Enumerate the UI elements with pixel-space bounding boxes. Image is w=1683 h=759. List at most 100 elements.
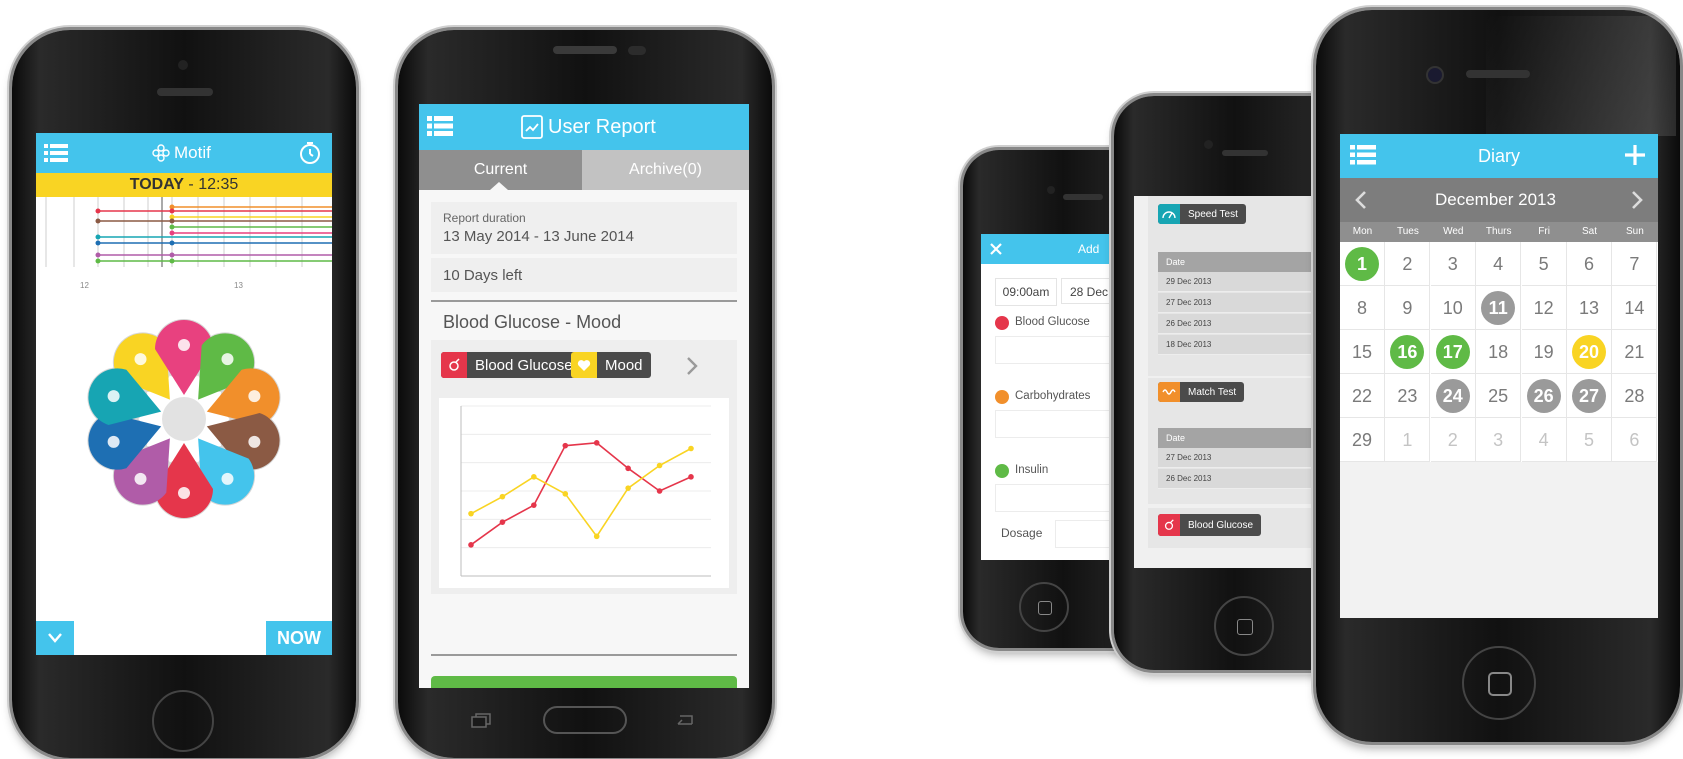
glucose-mood-chart (439, 398, 729, 588)
tag-mood[interactable]: Mood (571, 352, 651, 378)
menu-icon[interactable] (427, 114, 453, 138)
days-left-card: 10 Days left (431, 258, 737, 292)
now-button[interactable]: NOW (266, 621, 332, 655)
home-button[interactable] (1019, 582, 1069, 632)
calendar-day[interactable]: 5 (1567, 418, 1612, 462)
series-point (656, 462, 663, 469)
dosage-label: Dosage (1001, 526, 1043, 540)
next-month-chevron-icon[interactable] (1630, 190, 1644, 210)
calendar-day[interactable]: 22 (1340, 374, 1385, 418)
heart-icon (134, 353, 147, 366)
series-point (531, 474, 537, 480)
calendar-day[interactable]: 10 (1430, 286, 1476, 330)
weekday-label: Thurs (1485, 226, 1512, 237)
calendar-day[interactable]: 14 (1612, 286, 1658, 330)
chevron-right-icon[interactable] (685, 356, 699, 376)
calendar-day[interactable]: 1 (1340, 242, 1385, 286)
calendar-day[interactable]: 4 (1521, 418, 1567, 462)
front-camera (178, 60, 188, 70)
tab-archive-label: Archive(0) (629, 161, 702, 178)
calendar-day[interactable]: 2 (1385, 242, 1431, 286)
timeline-chart (45, 197, 332, 267)
phone-user-report: User Report Current Archive(0) Report du… (398, 30, 772, 758)
calendar-day[interactable]: 18 (1476, 330, 1522, 374)
prev-month-chevron-icon[interactable] (1354, 190, 1368, 210)
recent-apps-icon[interactable] (470, 712, 492, 728)
tag-blood-glucose[interactable]: Blood Glucose (441, 352, 581, 378)
calendar-day[interactable]: 19 (1521, 330, 1567, 374)
calendar-day[interactable]: 17 (1430, 330, 1476, 374)
calendar-day[interactable]: 9 (1385, 286, 1431, 330)
calendar-day[interactable]: 20 (1567, 330, 1612, 374)
add-title: Add (1078, 242, 1100, 256)
calendar-day[interactable]: 16 (1385, 330, 1431, 374)
calendar-day[interactable]: 3 (1430, 242, 1476, 286)
calendar-day[interactable]: 15 (1340, 330, 1385, 374)
series-point (688, 474, 694, 480)
tab-archive[interactable]: Archive(0) (582, 150, 749, 190)
calendar-day[interactable]: 1 (1385, 418, 1431, 462)
diary-title: Diary (1478, 146, 1521, 166)
report-header: User Report (419, 104, 749, 150)
calendar-day[interactable]: 6 (1567, 242, 1612, 286)
calendar-day[interactable]: 27 (1567, 374, 1612, 418)
speaker-grille (553, 46, 617, 54)
menu-icon[interactable] (1350, 144, 1376, 166)
month-label: December 2013 (1435, 190, 1556, 209)
time-field[interactable]: 09:00am (995, 278, 1057, 306)
calendar-day[interactable]: 4 (1476, 242, 1522, 286)
moon-stars-icon (107, 435, 120, 448)
home-button[interactable] (543, 706, 627, 734)
calendar-day[interactable]: 8 (1340, 286, 1385, 330)
phone-diary: Diary December 2013 Mon Tues Wed Thurs Fri Sa… (1316, 10, 1680, 742)
green-action-bar[interactable] (431, 676, 737, 688)
tag-match-test[interactable]: Match Test (1158, 382, 1245, 402)
timer-icon[interactable] (298, 141, 322, 165)
field-insulin-icon (995, 464, 1009, 478)
expand-button[interactable] (36, 621, 74, 655)
speaker-grille (1063, 194, 1103, 200)
report-title: User Report (548, 116, 656, 138)
menu-icon[interactable] (44, 141, 68, 165)
calendar-day[interactable]: 12 (1521, 286, 1567, 330)
report-screen: User Report Current Archive(0) Report du… (419, 104, 749, 688)
calendar-day[interactable]: 5 (1521, 242, 1567, 286)
calendar-day[interactable]: 11 (1476, 286, 1522, 330)
section-title: Blood Glucose - Mood (443, 312, 622, 332)
calendar-day[interactable]: 28 (1612, 374, 1658, 418)
calendar-day[interactable]: 13 (1567, 286, 1612, 330)
tab-current-label: Current (473, 161, 528, 178)
home-button[interactable] (152, 690, 214, 752)
mood-flower[interactable] (36, 291, 332, 551)
home-button[interactable] (1462, 646, 1536, 720)
close-icon[interactable] (990, 243, 1002, 255)
on-off-icon (178, 487, 190, 499)
home-button[interactable] (1214, 596, 1274, 656)
calendar-day[interactable]: 6 (1612, 418, 1658, 462)
series-point (468, 510, 474, 517)
add-icon[interactable] (1624, 144, 1646, 166)
report-duration-value: 13 May 2014 - 13 June 2014 (443, 228, 634, 245)
calendar-day[interactable]: 2 (1430, 418, 1476, 462)
home-square-icon (1488, 672, 1512, 696)
back-icon[interactable] (672, 712, 694, 728)
calendar-day[interactable]: 3 (1476, 418, 1522, 462)
series-point (688, 445, 694, 452)
calendar-day[interactable]: 7 (1612, 242, 1658, 286)
calendar-day[interactable]: 29 (1340, 418, 1385, 462)
today-label: TODAY (129, 176, 184, 193)
series-point (625, 485, 631, 491)
speaker-grille (1466, 70, 1530, 78)
calendar-day[interactable]: 21 (1612, 330, 1658, 374)
calendar-day[interactable]: 26 (1521, 374, 1567, 418)
front-camera (1047, 186, 1055, 194)
calendar-day[interactable]: 25 (1476, 374, 1522, 418)
tag-blood-glucose-small[interactable]: Blood Glucose (1158, 514, 1262, 536)
calendar-day[interactable]: 24 (1430, 374, 1476, 418)
calendar-day[interactable]: 23 (1385, 374, 1431, 418)
tag-blood-glucose-label: Blood Glucose (475, 356, 573, 374)
tag-speed-test[interactable]: Speed Test (1158, 204, 1246, 224)
tab-current[interactable]: Current (419, 150, 582, 190)
calendar-grid: 1 2 3 4 5 6 7 8 9 10 11 12 13 14 15 16 17 18 19 20 21 22 23 24 2… (1340, 242, 1658, 462)
series-point (593, 533, 600, 540)
